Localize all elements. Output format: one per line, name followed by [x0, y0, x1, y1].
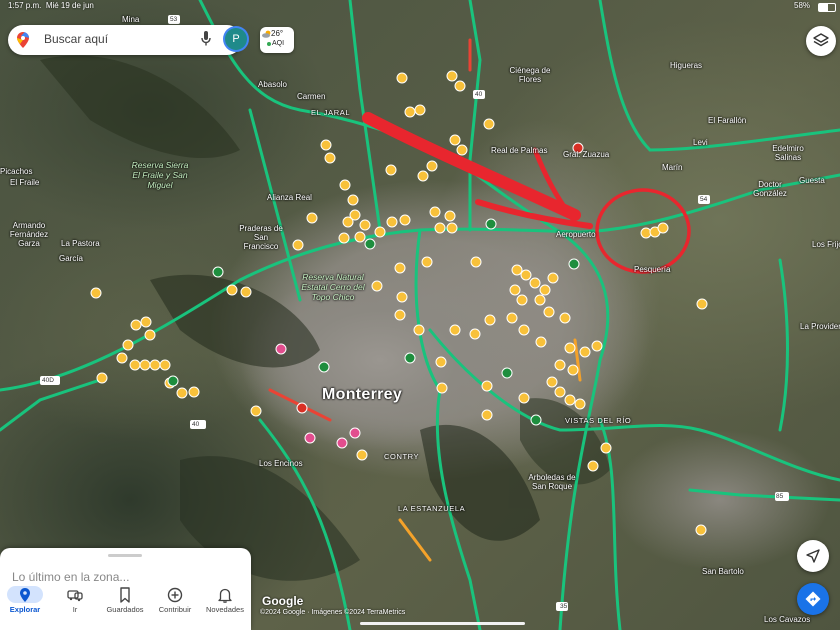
tab-explorar[interactable]: Explorar — [0, 583, 50, 630]
microphone-icon[interactable] — [201, 31, 211, 52]
place-label: Alianza Real — [267, 193, 312, 202]
search-bar[interactable]: Buscar aquí P — [8, 25, 247, 55]
home-indicator[interactable] — [360, 622, 525, 625]
place-label: Armando Fernández Garza — [9, 221, 49, 248]
layers-icon — [813, 33, 829, 47]
tab-label: Guardados — [106, 605, 144, 614]
bell-icon — [218, 588, 232, 603]
place-label: Aeropuerto — [556, 230, 596, 239]
directions-icon — [805, 591, 821, 607]
drag-handle[interactable] — [108, 554, 142, 557]
place-label: Gral. Zuazua — [563, 150, 610, 159]
google-logo: Google — [262, 594, 304, 608]
district-label: EL JARAL — [311, 108, 351, 117]
place-label: Real de Palmas — [491, 146, 548, 155]
aqi-label: AQI — [272, 40, 285, 47]
weather-temperature: 26° — [271, 29, 284, 38]
bottom-navigation: Explorar Ir Guardados Contribuir Novedad… — [0, 583, 251, 630]
my-location-button[interactable] — [797, 540, 829, 572]
tab-novedades[interactable]: Novedades — [200, 583, 250, 630]
place-label: Los Encinos — [259, 459, 303, 468]
google-maps-pin-icon — [17, 32, 29, 53]
directions-button[interactable] — [797, 583, 829, 615]
highway-number: 35 — [560, 603, 568, 610]
place-label: La Providencia — [800, 322, 840, 331]
park-label: Reserva Sierra El Fraile y San Miguel — [131, 160, 189, 190]
aqi-status-icon — [267, 42, 271, 46]
location-pin-icon — [20, 588, 30, 602]
tab-label: Ir — [72, 605, 78, 614]
park-label: Reserva Natural Estatal Cerro del Topo C… — [301, 272, 365, 302]
place-label: Ciénega de Flores — [509, 66, 551, 84]
satellite-map[interactable]: Monterrey VISTAS DEL RÍO CONTRY LA ESTAN… — [0, 0, 840, 630]
place-label: Abasolo — [258, 80, 287, 89]
tab-label: Explorar — [9, 605, 41, 614]
place-label: Los Cavazos — [764, 615, 811, 624]
place-label: Picachos — [0, 167, 33, 176]
place-label: Praderas de San Francisco — [239, 224, 283, 251]
mountain-ridges — [40, 55, 610, 581]
place-label: Pesquería — [634, 265, 671, 274]
layers-button[interactable] — [806, 26, 836, 56]
status-battery: 58% — [794, 1, 811, 10]
highway-number: 40 — [475, 91, 483, 98]
city-label: Monterrey — [322, 386, 403, 403]
place-label: Arboledas de San Roque — [528, 473, 576, 491]
district-label: VISTAS DEL RÍO — [565, 416, 632, 425]
map-copyright: ©2024 Google · Imágenes ©2024 TerraMetri… — [260, 609, 406, 616]
place-label: El Fraile — [10, 178, 40, 187]
place-label: Levi — [693, 138, 708, 147]
place-label: Doctor González — [753, 180, 787, 198]
bottom-sheet-title: Lo último en la zona... — [12, 570, 130, 584]
status-time: 1:57 p.m. Mié 19 de jun — [8, 1, 94, 10]
avatar[interactable]: P — [225, 28, 247, 50]
place-label: La Pastora — [61, 239, 100, 248]
highway-number: 40D — [42, 377, 54, 384]
place-label: García — [59, 254, 84, 263]
place-label: Guesta — [799, 176, 825, 185]
navigation-arrow-icon — [806, 549, 820, 563]
place-label: Edelmiro Salinas — [772, 144, 804, 162]
place-label: Carmen — [297, 92, 326, 101]
place-label: Marín — [662, 163, 683, 172]
bookmark-icon — [120, 587, 130, 603]
highway-number: 54 — [700, 196, 708, 203]
weather-chip[interactable]: 26° AQI — [260, 27, 294, 53]
battery-icon — [818, 3, 836, 12]
tab-label: Novedades — [206, 605, 244, 614]
district-label: CONTRY — [384, 452, 420, 461]
place-label: Higueras — [670, 61, 703, 70]
search-input[interactable]: Buscar aquí — [44, 32, 108, 46]
highway-number: 53 — [170, 16, 178, 23]
car-transit-icon — [67, 590, 83, 602]
place-label: San Bartolo — [702, 567, 744, 576]
tab-ir[interactable]: Ir — [50, 583, 100, 630]
tab-label: Contribuir — [158, 605, 192, 614]
tab-guardados[interactable]: Guardados — [100, 583, 150, 630]
highway-number: 85 — [776, 493, 784, 500]
highway-number: 40 — [192, 421, 200, 428]
district-label: LA ESTANZUELA — [398, 504, 466, 513]
plus-circle-icon — [167, 587, 183, 603]
place-label: El Farallón — [708, 116, 747, 125]
place-label: Los Frijoles — [812, 240, 840, 249]
place-label: Mina — [122, 15, 140, 24]
tab-contribuir[interactable]: Contribuir — [150, 583, 200, 630]
map-overlay — [0, 0, 840, 630]
